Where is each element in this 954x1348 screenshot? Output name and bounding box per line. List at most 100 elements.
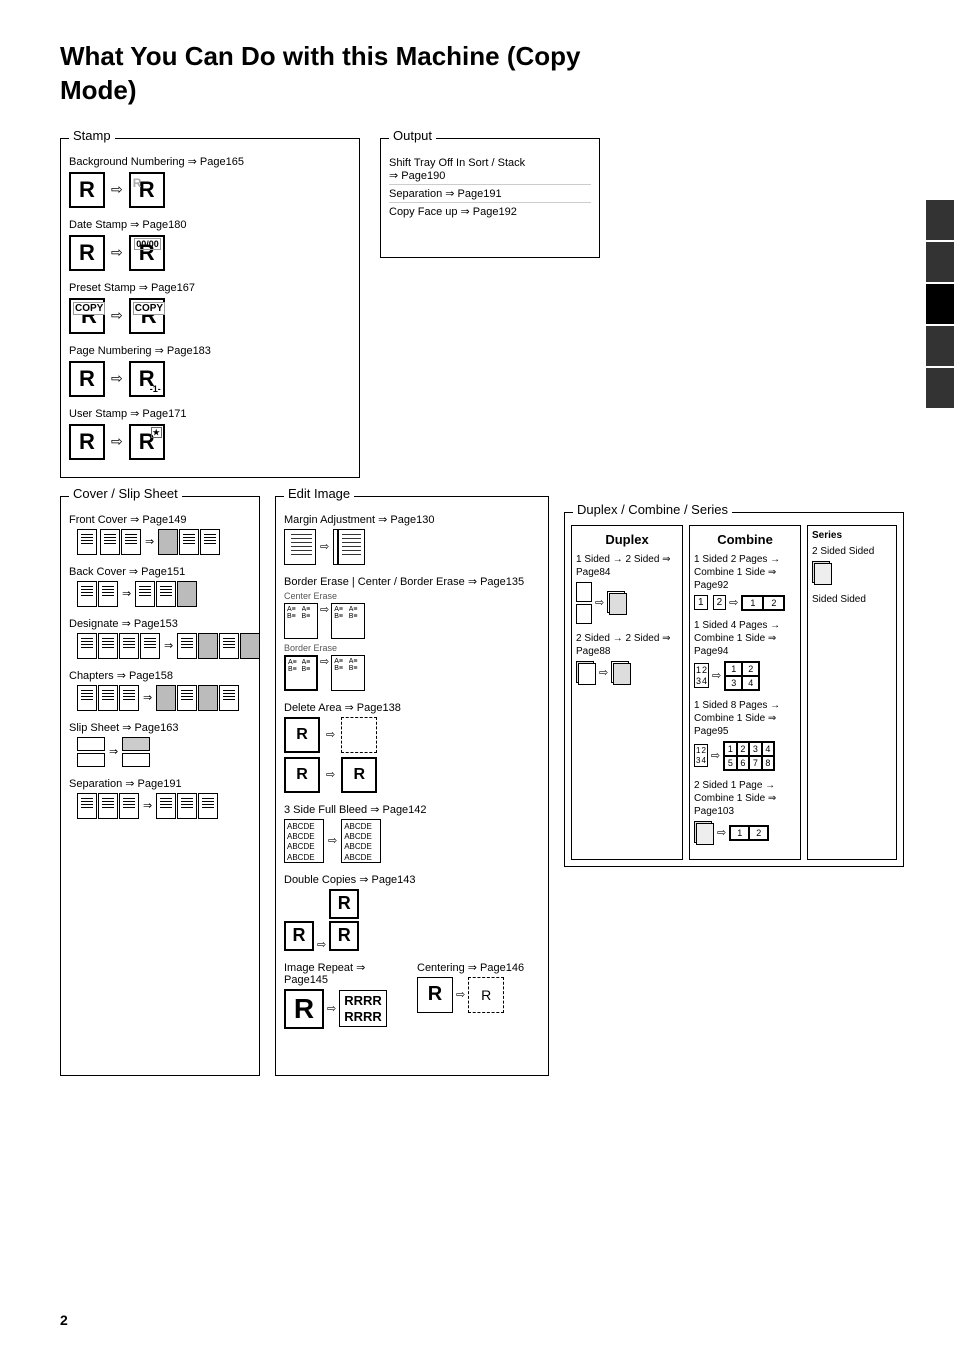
dp1-p1 <box>576 582 592 602</box>
cover-item-separation: Separation ⇒ Page191 ⇒ <box>69 777 251 819</box>
tab-2[interactable] <box>926 242 954 282</box>
arrow-icon: ⇨ <box>111 181 123 198</box>
double-r-src: R <box>284 921 314 951</box>
stamp-date-label: Date Stamp ⇒ Page180 <box>69 218 351 231</box>
c4p-cell2: 2 <box>742 662 759 676</box>
slip-p2 <box>77 753 105 767</box>
delete-area-diagram: R ⇨ <box>284 717 540 753</box>
stamp-item-preset: Preset Stamp ⇒ Page167 R COPY ⇨ R COPY <box>69 281 351 334</box>
c4p-arrow: ⇨ <box>712 669 721 682</box>
double-dst: R R <box>329 889 359 951</box>
dp1-arrow: ⇨ <box>595 596 604 609</box>
c4p-cell1: 1 <box>725 662 742 676</box>
front-cover-dst <box>158 529 220 555</box>
c8p-arrow: ⇨ <box>711 749 720 762</box>
double-r-dst2: R <box>329 921 359 951</box>
c2p-cell1: 1 <box>742 596 763 610</box>
c2p-num1: 1 <box>694 595 708 610</box>
back-cover-label: Back Cover ⇒ Page151 <box>69 565 251 578</box>
border-erase-row2: A≡B≡ A≡B≡ ⇨ A≡B≡ A≡B≡ <box>284 655 540 691</box>
image-repeat-diagram: R ⇨ RRRRRRRR <box>284 989 407 1029</box>
c4p-src: 1 2 3 4 <box>694 663 709 688</box>
delete-area-diagram2: R ⇨ R <box>284 757 540 793</box>
output-item-1: Shift Tray Off In Sort / Stack⇒ Page190 <box>389 155 591 185</box>
back-page-cover <box>177 581 197 607</box>
dp1-p2 <box>576 604 592 624</box>
duplex-2-2-diagram: ⇨ <box>576 661 678 685</box>
preset-r-src: R COPY <box>69 298 105 334</box>
combine-2sided: 2 Sided 1 Page → Combine 1 Side ⇒ Page10… <box>694 779 796 845</box>
page-dst <box>179 529 199 555</box>
tg-cell-4: A≡B≡ <box>349 606 363 636</box>
3side-diagram: ABCDEABCDEABCDEABCDE ⇨ ABCDEABCDEABCDEAB… <box>284 819 540 863</box>
date-arrow: ⇨ <box>111 244 123 261</box>
tab-5[interactable] <box>926 368 954 408</box>
3side-arrow: ⇨ <box>328 834 337 847</box>
slipsheet-arrow: ⇒ <box>109 745 118 758</box>
combine-8p-diagram: 1 2 3 4 ⇨ 1 2 3 <box>694 741 796 771</box>
combine-8p-label: 1 Sided 8 Pages → Combine 1 Side ⇒ Page9… <box>694 699 796 738</box>
tab-3[interactable] <box>926 284 954 324</box>
c8p-cell7: 7 <box>749 756 762 770</box>
delete-area-r: R <box>284 717 320 753</box>
centering-diagram: R ⇨ R <box>417 977 540 1013</box>
cover-item-front: Front Cover ⇒ Page149 ⇒ <box>69 513 251 555</box>
date-r-src: R <box>69 235 105 271</box>
user-r-src: R <box>69 424 105 460</box>
back-cover-src <box>77 581 118 607</box>
stamp-pagenumber-diagram: R ⇨ R -1- <box>69 361 351 397</box>
combine-2s-label: 2 Sided 1 Page → Combine 1 Side ⇒ Page10… <box>694 779 796 818</box>
series-2-label: Sided Sided <box>812 593 892 606</box>
border-erase-arrow: ⇨ <box>320 603 329 639</box>
pagenumber-arrow: ⇨ <box>111 370 123 387</box>
tab-4[interactable] <box>926 326 954 366</box>
slipsheet-diagram: ⇒ <box>77 737 251 767</box>
edit-image-label: Edit Image <box>284 486 354 501</box>
designate-label: Designate ⇒ Page153 <box>69 617 251 630</box>
back-page-src <box>77 581 97 607</box>
combine-8pages: 1 Sided 8 Pages → Combine 1 Side ⇒ Page9… <box>694 699 796 771</box>
chapters-diagram: ⇒ <box>77 685 251 711</box>
front-cover-arrow: ⇒ <box>145 535 154 548</box>
sep-p3 <box>119 793 139 819</box>
separation-diagram: ⇒ <box>77 793 251 819</box>
tg-cell-6: A≡B≡ <box>302 659 315 687</box>
margin-label: Margin Adjustment ⇒ Page130 <box>284 513 540 526</box>
c8p-dst: 1 2 3 4 5 6 7 8 <box>723 741 775 771</box>
margin-box-src <box>284 529 316 565</box>
centering-r-dst: R <box>468 977 504 1013</box>
dp2-dst-back <box>613 663 631 685</box>
des-p2 <box>98 633 118 659</box>
stamp-date-diagram: R ⇨ R 00/00 <box>69 235 351 271</box>
c8p-s4: 4 <box>701 756 705 765</box>
repeat-arrow: ⇨ <box>327 1002 336 1015</box>
back-page-dst2 <box>156 581 176 607</box>
double-arrow: ⇨ <box>317 938 326 951</box>
duplex-1-2-label: 1 Sided → 2 Sided ⇒ Page84 <box>576 553 678 579</box>
output-section: Output Shift Tray Off In Sort / Stack⇒ P… <box>380 138 600 258</box>
series-1-label: 2 Sided Sided <box>812 545 892 558</box>
slipsheet-dst <box>122 737 150 767</box>
cover-slip-section: Cover / Slip Sheet Front Cover ⇒ Page149… <box>60 496 260 1076</box>
duplex-1-dst <box>607 591 627 615</box>
output-item-2: Separation ⇒ Page191 <box>389 185 591 203</box>
margin-lines <box>291 534 312 535</box>
page-src2 <box>100 529 120 555</box>
tg-cell-5: A≡B≡ <box>288 659 301 687</box>
cover-item-back: Back Cover ⇒ Page151 ⇒ <box>69 565 251 607</box>
dp2-arrow: ⇨ <box>599 666 608 679</box>
c2p-cell2: 2 <box>763 596 784 610</box>
duplex-2-2-label: 2 Sided → 2 Sided ⇒ Page88 <box>576 632 678 658</box>
c8p-src: 1 2 3 4 <box>694 744 708 767</box>
page-number: 2 <box>60 1312 68 1328</box>
combine-col-label: Combine <box>694 532 796 547</box>
repeat-r-dst: RRRRRRRR <box>339 990 387 1027</box>
centering-arrow: ⇨ <box>456 988 465 1001</box>
double-r-dst1: R <box>329 889 359 919</box>
stamp-preset-label: Preset Stamp ⇒ Page167 <box>69 281 351 294</box>
series-item-2: Sided Sided <box>812 593 892 606</box>
stamp-item-background: Background Numbering ⇒ Page165 R ⇨ R R <box>69 155 351 208</box>
duplex-2sided-2sided: 2 Sided → 2 Sided ⇒ Page88 ⇨ <box>576 632 678 685</box>
repeat-centering-row: Image Repeat ⇒ Page145 R ⇨ RRRRRRRR Cent… <box>284 961 540 1039</box>
tab-1[interactable] <box>926 200 954 240</box>
